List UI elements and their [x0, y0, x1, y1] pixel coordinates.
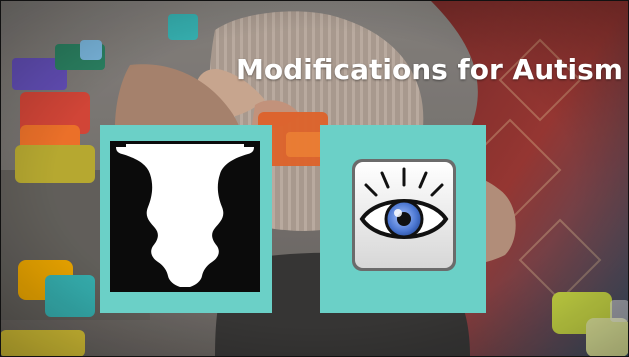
slide: Modifications for Autism: [0, 0, 629, 357]
right-image-panel: [320, 125, 486, 313]
slide-title: Modifications for Autism: [236, 53, 623, 86]
rubin-vase-faces-icon: [110, 141, 260, 292]
left-image-panel: [100, 125, 272, 313]
eye-icon: [352, 159, 456, 271]
